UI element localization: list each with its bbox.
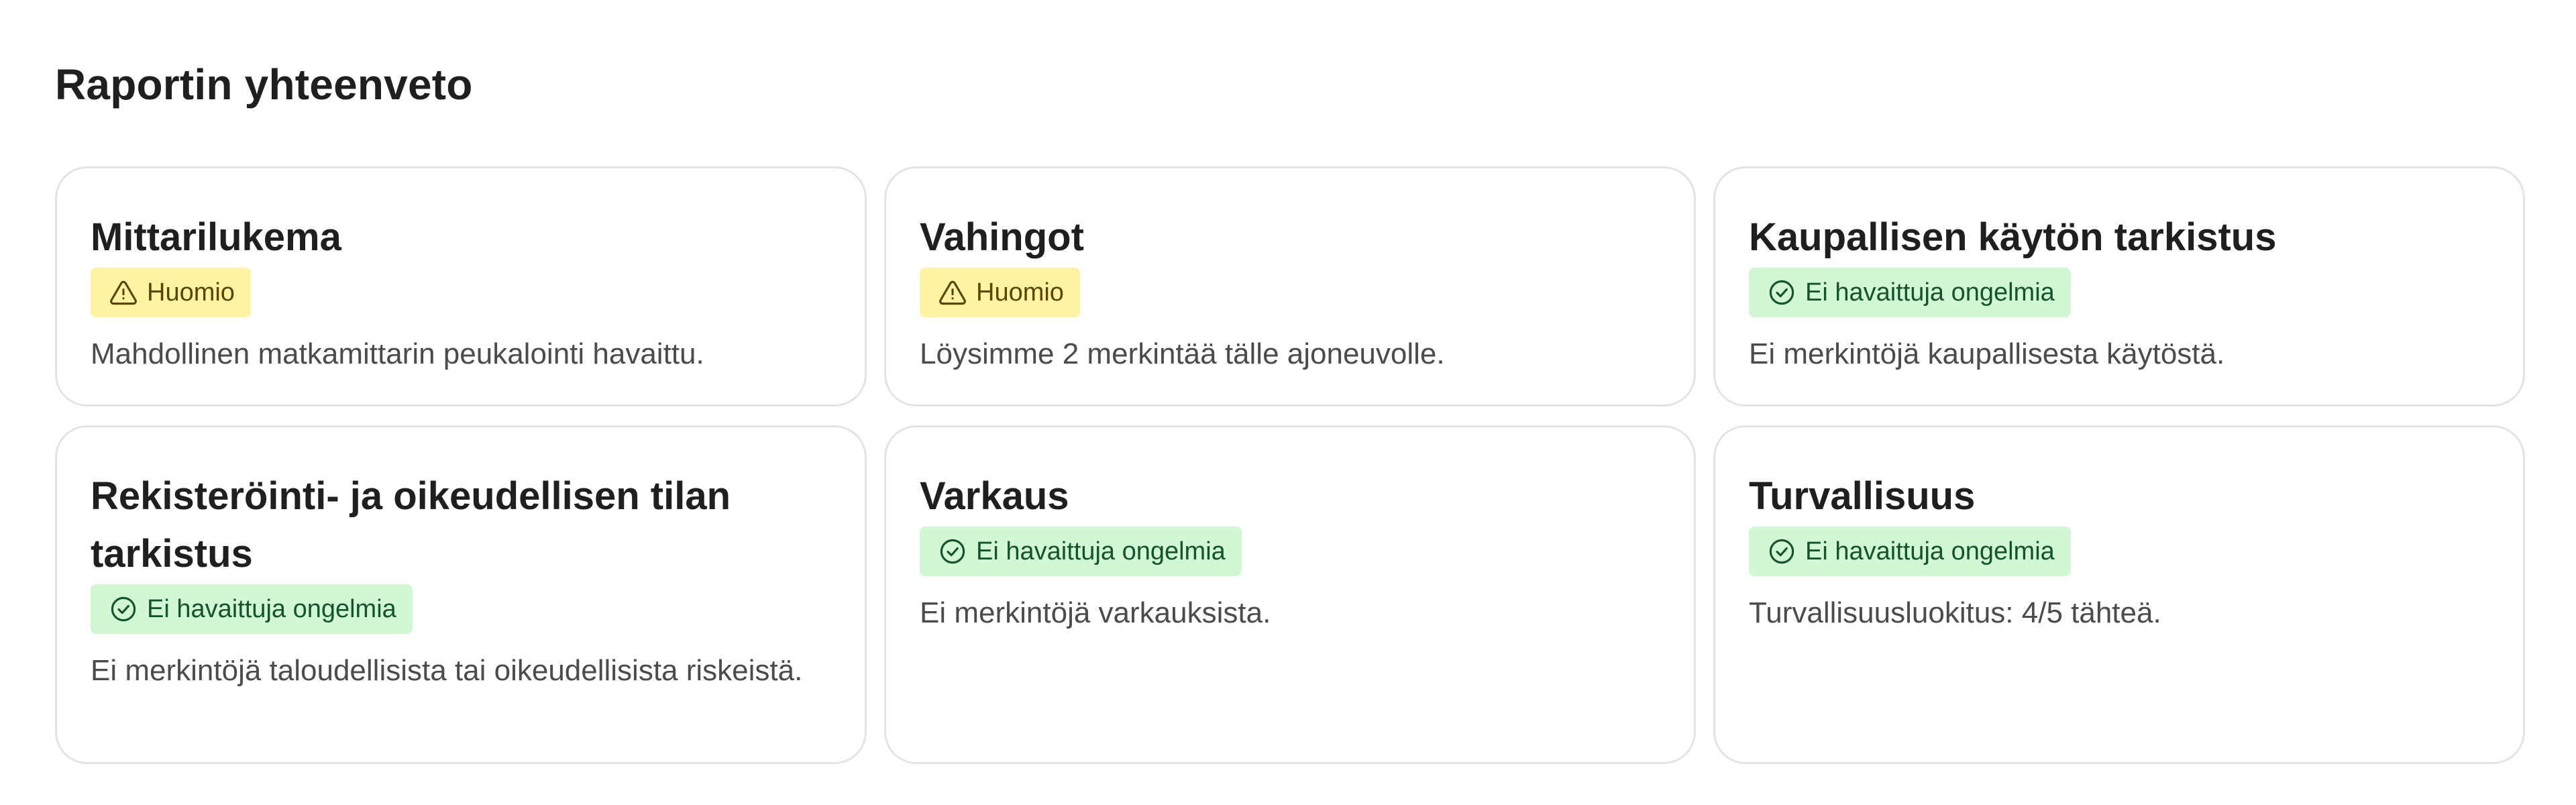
card-title: Mittarilukema [91, 215, 341, 259]
status-badge-label: Ei havaittuja ongelmia [1805, 278, 2055, 307]
check-circle-icon [1769, 280, 1794, 305]
card-damages: Vahingot Huomio Löysimme 2 merkintää täl… [884, 166, 1696, 407]
card-theft: Varkaus Ei havaittuja ongelmia Ei merkin… [884, 425, 1696, 764]
status-badge-label: Huomio [147, 278, 235, 307]
card-description: Ei merkintöjä kaupallisesta käytöstä. [1749, 337, 2225, 370]
status-badge-label: Ei havaittuja ongelmia [976, 537, 1226, 566]
check-circle-icon [940, 539, 965, 564]
card-safety: Turvallisuus Ei havaittuja ongelmia Turv… [1713, 425, 2525, 764]
card-commercial-use: Kaupallisen käytön tarkistus Ei havaittu… [1713, 166, 2525, 407]
card-description: Ei merkintöjä varkauksista. [920, 596, 1271, 629]
card-title: Varkaus [920, 474, 1069, 518]
status-badge: Huomio [91, 268, 251, 317]
check-circle-icon [111, 596, 136, 622]
report-summary-page: Raportin yhteenveto Mittarilukema Huomio… [0, 0, 2576, 805]
card-title: Turvallisuus [1749, 474, 1976, 518]
card-odometer: Mittarilukema Huomio Mahdollinen matkami… [55, 166, 867, 407]
card-title: Kaupallisen käytön tarkistus [1749, 215, 2277, 259]
status-badge: Ei havaittuja ongelmia [91, 584, 413, 634]
card-title: Vahingot [920, 215, 1084, 259]
status-badge-label: Huomio [976, 278, 1064, 307]
card-registration-legal: Rekisteröinti- ja oikeudellisen tilan ta… [55, 425, 867, 764]
card-description: Turvallisuusluokitus: 4/5 tähteä. [1749, 596, 2161, 629]
status-badge-label: Ei havaittuja ongelmia [1805, 537, 2055, 566]
status-badge: Huomio [920, 268, 1080, 317]
page-title: Raportin yhteenveto [55, 60, 473, 109]
warning-triangle-icon [110, 280, 137, 305]
warning-triangle-icon [939, 280, 966, 305]
status-badge-label: Ei havaittuja ongelmia [147, 594, 396, 623]
check-circle-icon [1769, 539, 1794, 564]
status-badge: Ei havaittuja ongelmia [920, 527, 1242, 576]
status-badge: Ei havaittuja ongelmia [1749, 527, 2071, 576]
status-badge: Ei havaittuja ongelmia [1749, 268, 2071, 317]
card-description: Löysimme 2 merkintää tälle ajoneuvolle. [920, 337, 1445, 370]
card-description: Ei merkintöjä taloudellisista tai oikeud… [91, 654, 803, 687]
summary-card-grid: Mittarilukema Huomio Mahdollinen matkami… [55, 166, 2525, 764]
card-title: Rekisteröinti- ja oikeudellisen tilan ta… [91, 474, 731, 576]
card-description: Mahdollinen matkamittarin peukalointi ha… [91, 337, 704, 370]
